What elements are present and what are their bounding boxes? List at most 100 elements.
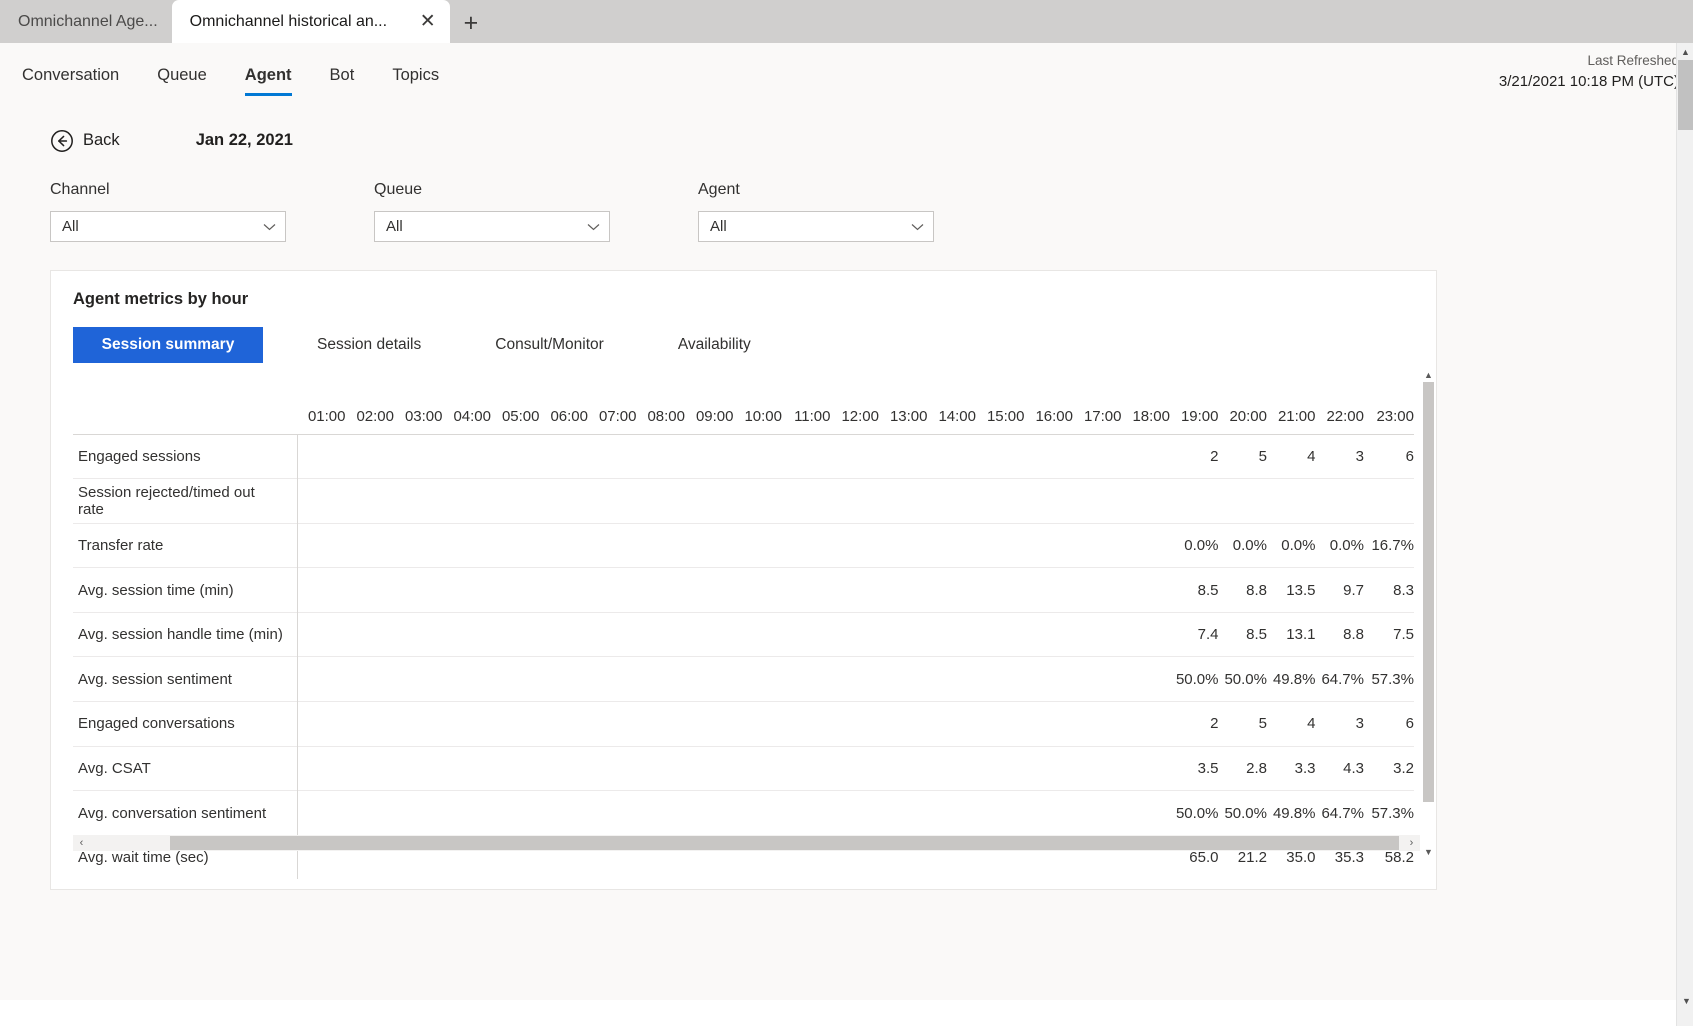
matrix-cell[interactable] [1121, 790, 1170, 836]
matrix-cell[interactable] [588, 790, 637, 836]
matrix-cell[interactable] [733, 433, 782, 479]
matrix-cell[interactable] [830, 567, 879, 613]
matrix-cell[interactable] [685, 522, 734, 568]
matrix-column-header[interactable]: 01:00 [297, 368, 346, 434]
matrix-column-header[interactable]: 03:00 [394, 368, 443, 434]
matrix-cell[interactable] [782, 745, 831, 791]
matrix-cell[interactable] [442, 611, 491, 657]
matrix-cell[interactable] [588, 656, 637, 702]
matrix-column-header[interactable]: 13:00 [879, 368, 928, 434]
matrix-cell[interactable]: 6 [1364, 701, 1414, 747]
matrix-cell[interactable]: 0.0% [1170, 522, 1219, 568]
matrix-cell[interactable] [442, 522, 491, 568]
matrix-cell[interactable] [927, 522, 976, 568]
matrix-cell[interactable] [491, 567, 540, 613]
matrix-cell[interactable]: 0.0% [1315, 522, 1364, 568]
matrix-cell[interactable] [733, 745, 782, 791]
matrix-cell[interactable] [879, 656, 928, 702]
matrix-cell[interactable]: 8.8 [1315, 611, 1364, 657]
matrix-cell[interactable] [782, 656, 831, 702]
matrix-cell[interactable] [297, 522, 346, 568]
matrix-cell[interactable] [636, 478, 685, 524]
matrix-cell[interactable] [830, 478, 879, 524]
matrix-cell[interactable] [1121, 745, 1170, 791]
matrix-column-header[interactable]: 19:00 [1170, 368, 1219, 434]
matrix-column-header[interactable]: 11:00 [782, 368, 830, 434]
matrix-column-header[interactable]: 22:00 [1316, 368, 1364, 434]
tab-bot[interactable]: Bot [330, 66, 355, 96]
matrix-row-header[interactable]: Avg. session sentiment [73, 656, 298, 702]
matrix-cell[interactable] [588, 478, 637, 524]
matrix-cell[interactable] [733, 656, 782, 702]
matrix-cell[interactable] [782, 611, 831, 657]
matrix-cell[interactable] [733, 567, 782, 613]
matrix-column-header[interactable]: 21:00 [1267, 368, 1316, 434]
matrix-cell[interactable] [879, 433, 928, 479]
matrix-cell[interactable]: 50.0% [1170, 656, 1219, 702]
matrix-cell[interactable] [491, 656, 540, 702]
matrix-cell[interactable] [879, 745, 928, 791]
matrix-cell[interactable] [1024, 701, 1073, 747]
matrix-cell[interactable] [588, 745, 637, 791]
matrix-cell[interactable] [879, 611, 928, 657]
matrix-cell[interactable]: 57.3% [1364, 790, 1414, 836]
matrix-column-header[interactable]: 20:00 [1219, 368, 1267, 434]
matrix-row-header[interactable]: Avg. session time (min) [73, 567, 298, 613]
segment-consult-monitor[interactable]: Consult/Monitor [475, 328, 624, 362]
matrix-cell[interactable] [394, 701, 443, 747]
matrix-cell[interactable] [976, 701, 1025, 747]
matrix-cell[interactable] [830, 522, 879, 568]
matrix-cell[interactable] [636, 701, 685, 747]
matrix-cell[interactable] [685, 611, 734, 657]
matrix-cell[interactable] [1073, 433, 1122, 479]
page-scroll-down-icon[interactable]: ▼ [1678, 992, 1693, 1009]
matrix-cell[interactable] [588, 611, 637, 657]
matrix-cell[interactable] [1315, 478, 1364, 524]
matrix-cell[interactable] [1121, 522, 1170, 568]
matrix-cell[interactable] [927, 790, 976, 836]
matrix-cell[interactable] [685, 790, 734, 836]
matrix-column-header[interactable]: 16:00 [1025, 368, 1073, 434]
matrix-cell[interactable] [442, 701, 491, 747]
matrix-vertical-scrollbar[interactable]: ▲ ▼ [1421, 368, 1436, 859]
matrix-cell[interactable]: 0.0% [1267, 522, 1316, 568]
matrix-cell[interactable] [733, 790, 782, 836]
matrix-row-header[interactable]: Avg. CSAT [73, 745, 298, 791]
matrix-cell[interactable] [830, 790, 879, 836]
matrix-row-header[interactable]: Avg. conversation sentiment [73, 790, 298, 836]
matrix-cell[interactable] [588, 567, 637, 613]
matrix-cell[interactable] [297, 433, 346, 479]
filter-agent-dropdown[interactable]: All [698, 211, 934, 242]
matrix-cell[interactable] [1121, 656, 1170, 702]
matrix-cell[interactable] [927, 745, 976, 791]
matrix-cell[interactable] [442, 567, 491, 613]
matrix-cell[interactable]: 0.0% [1218, 522, 1267, 568]
matrix-cell[interactable] [685, 433, 734, 479]
matrix-horizontal-scroll-thumb[interactable] [170, 836, 1399, 850]
matrix-cell[interactable] [1073, 611, 1122, 657]
matrix-cell[interactable]: 49.8% [1267, 656, 1316, 702]
matrix-column-header[interactable]: 02:00 [346, 368, 394, 434]
matrix-cell[interactable] [539, 656, 588, 702]
matrix-column-header[interactable]: 06:00 [540, 368, 588, 434]
matrix-cell[interactable] [830, 745, 879, 791]
matrix-cell[interactable] [636, 522, 685, 568]
matrix-cell[interactable] [1073, 656, 1122, 702]
matrix-cell[interactable] [539, 701, 588, 747]
matrix-cell[interactable] [636, 790, 685, 836]
matrix-cell[interactable]: 5 [1218, 433, 1267, 479]
matrix-column-header[interactable]: 05:00 [491, 368, 540, 434]
matrix-cell[interactable] [1170, 478, 1219, 524]
matrix-cell[interactable] [539, 522, 588, 568]
matrix-cell[interactable] [491, 701, 540, 747]
matrix-cell[interactable]: 2.8 [1218, 745, 1267, 791]
matrix-cell[interactable] [976, 656, 1025, 702]
matrix-cell[interactable] [636, 567, 685, 613]
matrix-cell[interactable] [879, 701, 928, 747]
matrix-cell[interactable] [1024, 567, 1073, 613]
matrix-vertical-scroll-thumb[interactable] [1423, 382, 1434, 802]
matrix-cell[interactable] [539, 611, 588, 657]
matrix-cell[interactable] [539, 745, 588, 791]
matrix-cell[interactable] [879, 790, 928, 836]
matrix-cell[interactable] [1024, 522, 1073, 568]
